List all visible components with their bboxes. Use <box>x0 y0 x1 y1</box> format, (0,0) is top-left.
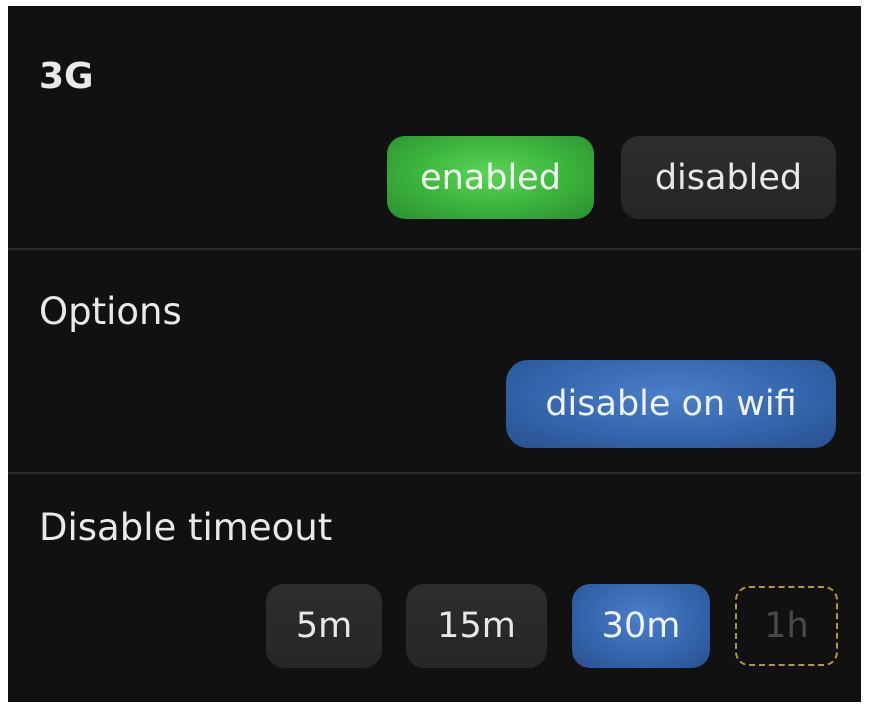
network-3g-title: 3G <box>39 56 94 97</box>
network-3g-section: 3G enabled disabled <box>8 6 861 248</box>
settings-panel: 3G enabled disabled Options disable on w… <box>8 6 861 702</box>
disable-timeout-title: Disable timeout <box>39 506 333 549</box>
timeout-1h-button[interactable]: 1h <box>735 586 838 666</box>
disable-on-wifi-toggle[interactable]: disable on wifi <box>506 360 836 448</box>
timeout-30m-button[interactable]: 30m <box>572 584 710 668</box>
options-section: Options disable on wifi <box>8 250 861 472</box>
disable-timeout-section: Disable timeout 5m 15m 30m 1h <box>8 474 861 702</box>
options-title: Options <box>39 290 182 333</box>
timeout-5m-button[interactable]: 5m <box>266 584 382 668</box>
enabled-button[interactable]: enabled <box>387 136 594 219</box>
disabled-button[interactable]: disabled <box>621 136 836 219</box>
timeout-15m-button[interactable]: 15m <box>406 584 547 668</box>
